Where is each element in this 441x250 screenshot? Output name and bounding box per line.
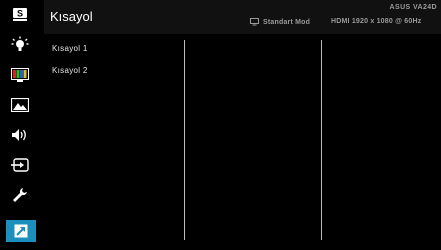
sound-icon	[12, 129, 26, 141]
column-divider	[321, 40, 322, 240]
system-setup-icon	[13, 188, 27, 202]
input-select-icon	[11, 158, 29, 172]
sidebar-item-image[interactable]	[4, 92, 36, 118]
monitor-icon	[250, 18, 259, 26]
column-divider	[184, 40, 185, 240]
splendid-icon-letter: S	[17, 9, 23, 19]
mode-label: Standart Mod	[263, 18, 311, 26]
menu-option-shortcut-1[interactable]: Kısayol 1	[52, 44, 88, 53]
image-icon	[11, 98, 29, 112]
sidebar-item-system-setup[interactable]	[4, 182, 36, 208]
sidebar-item-input-select[interactable]	[4, 152, 36, 178]
shortcut-icon	[14, 224, 28, 238]
osd-header: Kısayol ASUS VA24D Standart Mod HDMI 192…	[44, 0, 441, 34]
menu-content: Kısayol 1 Kısayol 2	[44, 34, 441, 250]
sidebar-item-blue-light[interactable]	[4, 32, 36, 58]
sidebar-item-splendid[interactable]: S	[4, 2, 36, 28]
model-name: ASUS VA24D	[389, 4, 437, 11]
sidebar-item-shortcut[interactable]	[6, 220, 36, 242]
splendid-icon: S	[13, 8, 27, 21]
color-icon	[11, 68, 29, 82]
sidebar-item-sound[interactable]	[4, 122, 36, 148]
sidebar: S	[0, 0, 42, 250]
osd-panel: Kısayol ASUS VA24D Standart Mod HDMI 192…	[44, 0, 441, 250]
sidebar-item-color[interactable]	[4, 62, 36, 88]
blue-light-filter-icon	[11, 36, 29, 51]
signal-info: HDMI 1920 x 1080 @ 60Hz	[331, 18, 422, 25]
page-title: Kısayol	[50, 9, 93, 24]
menu-option-shortcut-2[interactable]: Kısayol 2	[52, 66, 88, 75]
mode-indicator: Standart Mod	[250, 18, 310, 26]
